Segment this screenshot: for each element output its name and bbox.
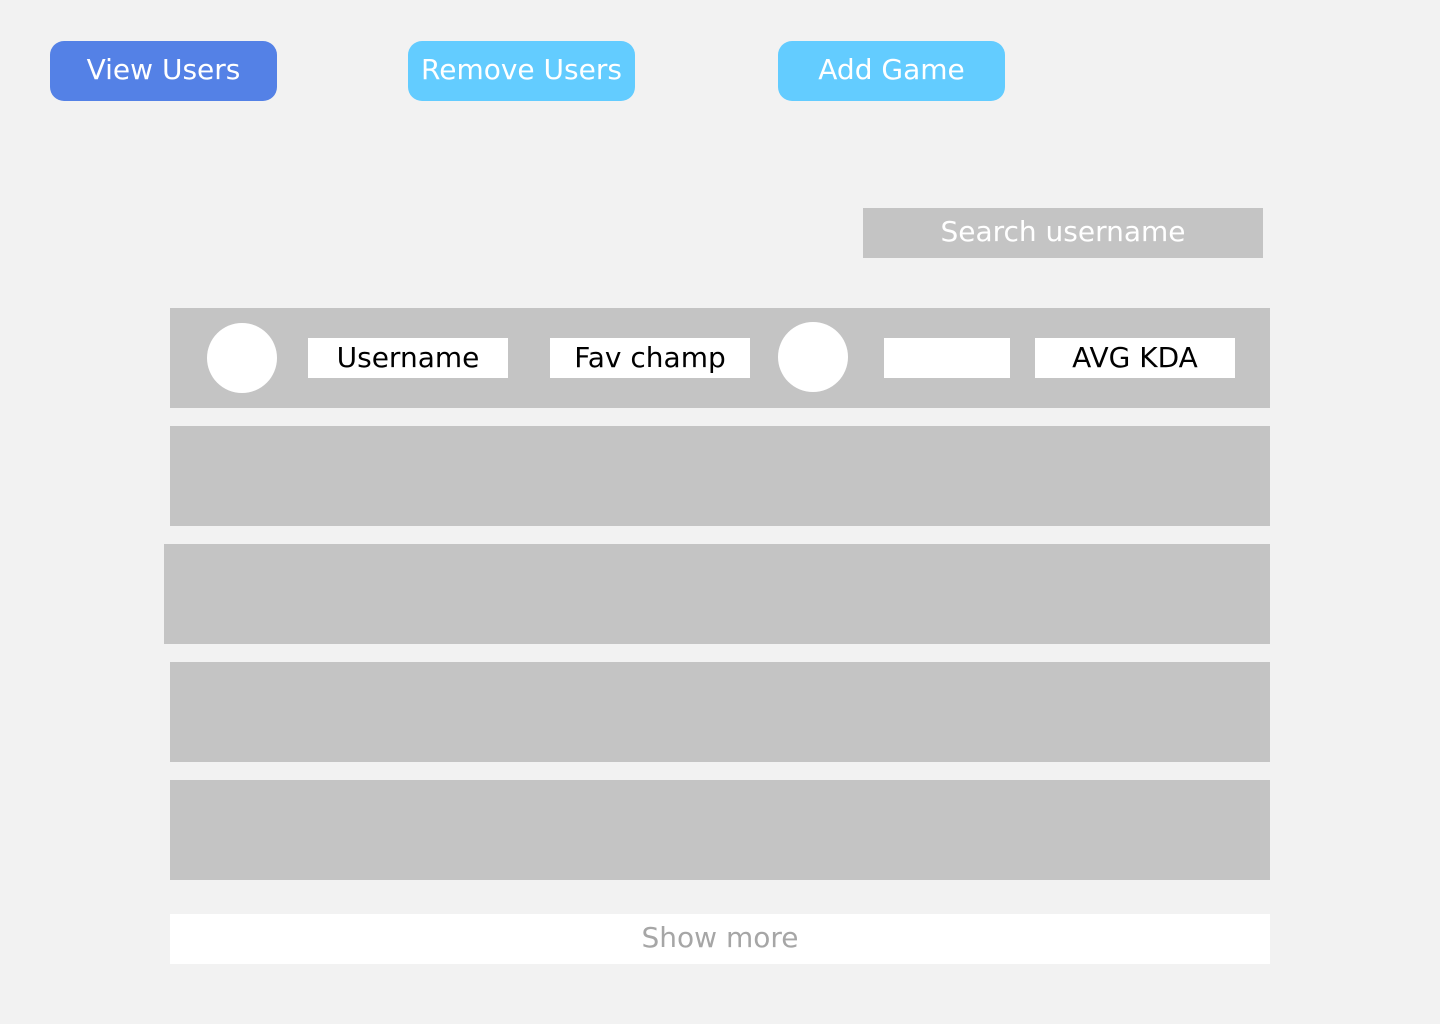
- user-avatar: [207, 323, 277, 393]
- champ-avatar: [778, 322, 848, 392]
- user-list-row[interactable]: [170, 426, 1270, 526]
- search-username-input[interactable]: Search username: [863, 208, 1263, 258]
- user-list-row[interactable]: [170, 662, 1270, 762]
- username-label: Username: [308, 338, 508, 378]
- user-list-header-row: Username Fav champ AVG KDA: [170, 308, 1270, 408]
- avg-kda-label: AVG KDA: [1035, 338, 1235, 378]
- add-game-button[interactable]: Add Game: [778, 41, 1005, 101]
- blank-field: [884, 338, 1010, 378]
- remove-users-button[interactable]: Remove Users: [408, 41, 635, 101]
- user-list-row[interactable]: [170, 780, 1270, 880]
- view-users-button[interactable]: View Users: [50, 41, 277, 101]
- user-list-row[interactable]: [164, 544, 1270, 644]
- fav-champ-label: Fav champ: [550, 338, 750, 378]
- show-more-button[interactable]: Show more: [170, 914, 1270, 964]
